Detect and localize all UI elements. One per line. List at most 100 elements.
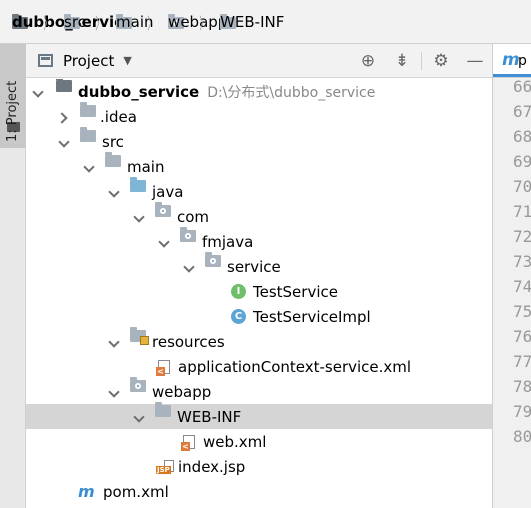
root-path: D:\分布式\dubbo_service xyxy=(207,84,376,101)
tree-node-index-jsp[interactable]: JSP index.jsp xyxy=(26,454,492,479)
chevron-right-icon[interactable] xyxy=(58,111,70,123)
tree-node-pom-xml[interactable]: m pom.xml xyxy=(26,479,492,504)
line-number: 71 xyxy=(513,202,531,221)
breadcrumb-item-webapp[interactable]: webapp 〉 xyxy=(168,10,227,34)
chevron-down-icon[interactable] xyxy=(133,211,145,223)
package-icon xyxy=(180,227,196,242)
folder-icon xyxy=(80,102,96,117)
project-tree: dubbo_service D:\分布式\dubbo_service .idea … xyxy=(26,79,492,508)
dropdown-arrow-icon[interactable]: ▼ xyxy=(123,54,131,67)
package-icon xyxy=(155,202,171,217)
collapse-all-icon[interactable]: ⇟ xyxy=(385,51,419,71)
chevron-down-icon[interactable] xyxy=(108,186,120,198)
project-folder-icon xyxy=(56,79,72,92)
src-label: src xyxy=(102,132,124,151)
folder-icon xyxy=(80,127,96,142)
tree-node-applicationcontext[interactable]: applicationContext-service.xml xyxy=(26,354,492,379)
tree-node-webapp[interactable]: webapp xyxy=(26,377,492,404)
project-view-selector[interactable]: Project xyxy=(63,52,114,70)
chevron-down-icon[interactable] xyxy=(183,261,195,273)
chevron-down-icon[interactable] xyxy=(158,236,170,248)
editor-tab-label: p xyxy=(518,53,527,69)
testserviceimpl-label: TestServiceImpl xyxy=(253,307,371,326)
line-number: 76 xyxy=(513,327,531,346)
editor-area[interactable]: m p 66 67 68 69 70 71 72 73 74 75 76 77 78 79 80 xyxy=(493,44,531,508)
line-number: 70 xyxy=(513,177,531,196)
line-number: 80 xyxy=(513,427,531,446)
line-number: 77 xyxy=(513,352,531,371)
webapp-label: webapp xyxy=(152,382,212,401)
package-icon xyxy=(205,252,221,267)
line-number: 72 xyxy=(513,227,531,246)
chevron-right-icon: 〉 xyxy=(43,13,53,33)
project-tool-window-tab[interactable]: 1: Project xyxy=(0,44,26,148)
line-number: 68 xyxy=(513,127,531,146)
resources-folder-icon xyxy=(130,327,149,345)
hide-panel-icon[interactable]: — xyxy=(458,51,492,71)
interface-icon: I xyxy=(231,284,246,299)
tree-node-service[interactable]: service xyxy=(26,252,492,279)
xml-file-icon xyxy=(181,434,195,451)
tree-node-root[interactable]: dubbo_service D:\分布式\dubbo_service xyxy=(26,79,492,104)
tree-node-src[interactable]: src xyxy=(26,127,492,154)
project-tab-label: 1: Project xyxy=(5,80,20,142)
web-folder-icon xyxy=(130,377,146,392)
chevron-down-icon[interactable] xyxy=(133,411,145,423)
service-label: service xyxy=(227,257,281,276)
idea-label: .idea xyxy=(100,107,137,126)
chevron-right-icon: 〉 xyxy=(147,13,157,33)
source-folder-icon xyxy=(130,177,146,192)
chevron-down-icon[interactable] xyxy=(32,86,44,98)
line-number: 67 xyxy=(513,102,531,121)
pom-xml-label: pom.xml xyxy=(103,482,169,501)
toolbar-divider xyxy=(421,52,422,70)
tree-node-main[interactable]: main xyxy=(26,152,492,179)
breadcrumb-item-main[interactable]: main 〉 xyxy=(116,10,168,34)
tree-node-com[interactable]: com xyxy=(26,202,492,229)
chevron-right-icon: 〉 xyxy=(95,13,105,33)
jsp-file-icon: JSP xyxy=(156,459,174,474)
breadcrumb: dubbo_service 〉 src 〉 main 〉 webapp 〉 WE… xyxy=(0,0,531,44)
chevron-down-icon[interactable] xyxy=(83,161,95,173)
chevron-down-icon[interactable] xyxy=(108,386,120,398)
chevron-down-icon[interactable] xyxy=(108,336,120,348)
breadcrumb-item-web-inf[interactable]: WEB-INF xyxy=(220,13,284,31)
project-panel-header: Project ▼ ⊕ ⇟ ⚙ — xyxy=(26,44,492,78)
project-view-icon xyxy=(38,54,53,67)
tree-node-testserviceimpl[interactable]: C TestServiceImpl xyxy=(26,304,492,329)
settings-gear-icon[interactable]: ⚙ xyxy=(424,51,458,71)
tree-node-web-xml[interactable]: web.xml xyxy=(26,429,492,454)
editor-tab-pom[interactable]: m p xyxy=(493,44,531,78)
resources-label: resources xyxy=(152,332,225,351)
line-number: 66 xyxy=(513,77,531,96)
com-label: com xyxy=(177,207,210,226)
line-number: 79 xyxy=(513,402,531,421)
locate-icon[interactable]: ⊕ xyxy=(351,51,385,71)
breadcrumb-item-project[interactable]: dubbo_service 〉 xyxy=(12,10,133,34)
tree-node-web-inf[interactable]: WEB-INF xyxy=(26,402,492,429)
tree-node-idea[interactable]: .idea xyxy=(26,102,492,129)
index-jsp-label: index.jsp xyxy=(178,457,246,476)
xml-file-icon xyxy=(156,359,170,376)
fmjava-label: fmjava xyxy=(202,232,254,251)
java-label: java xyxy=(152,182,184,201)
tree-node-testservice[interactable]: I TestService xyxy=(26,279,492,304)
web-xml-label: web.xml xyxy=(203,432,267,451)
root-label: dubbo_service xyxy=(78,82,200,101)
line-number: 78 xyxy=(513,377,531,396)
line-number: 75 xyxy=(513,302,531,321)
chevron-down-icon[interactable] xyxy=(58,136,70,148)
applicationcontext-label: applicationContext-service.xml xyxy=(178,357,412,376)
line-number: 73 xyxy=(513,252,531,271)
folder-icon xyxy=(105,152,121,167)
web-inf-label: WEB-INF xyxy=(177,407,242,426)
line-number: 74 xyxy=(513,277,531,296)
tree-node-java[interactable]: java xyxy=(26,177,492,204)
chevron-right-icon: 〉 xyxy=(199,13,209,33)
testservice-label: TestService xyxy=(253,282,338,301)
tree-node-fmjava[interactable]: fmjava xyxy=(26,227,492,254)
class-icon: C xyxy=(231,309,246,324)
tool-window-stripe: 1: Project xyxy=(0,44,26,508)
tree-node-resources[interactable]: resources xyxy=(26,327,492,354)
main-label: main xyxy=(127,157,165,176)
